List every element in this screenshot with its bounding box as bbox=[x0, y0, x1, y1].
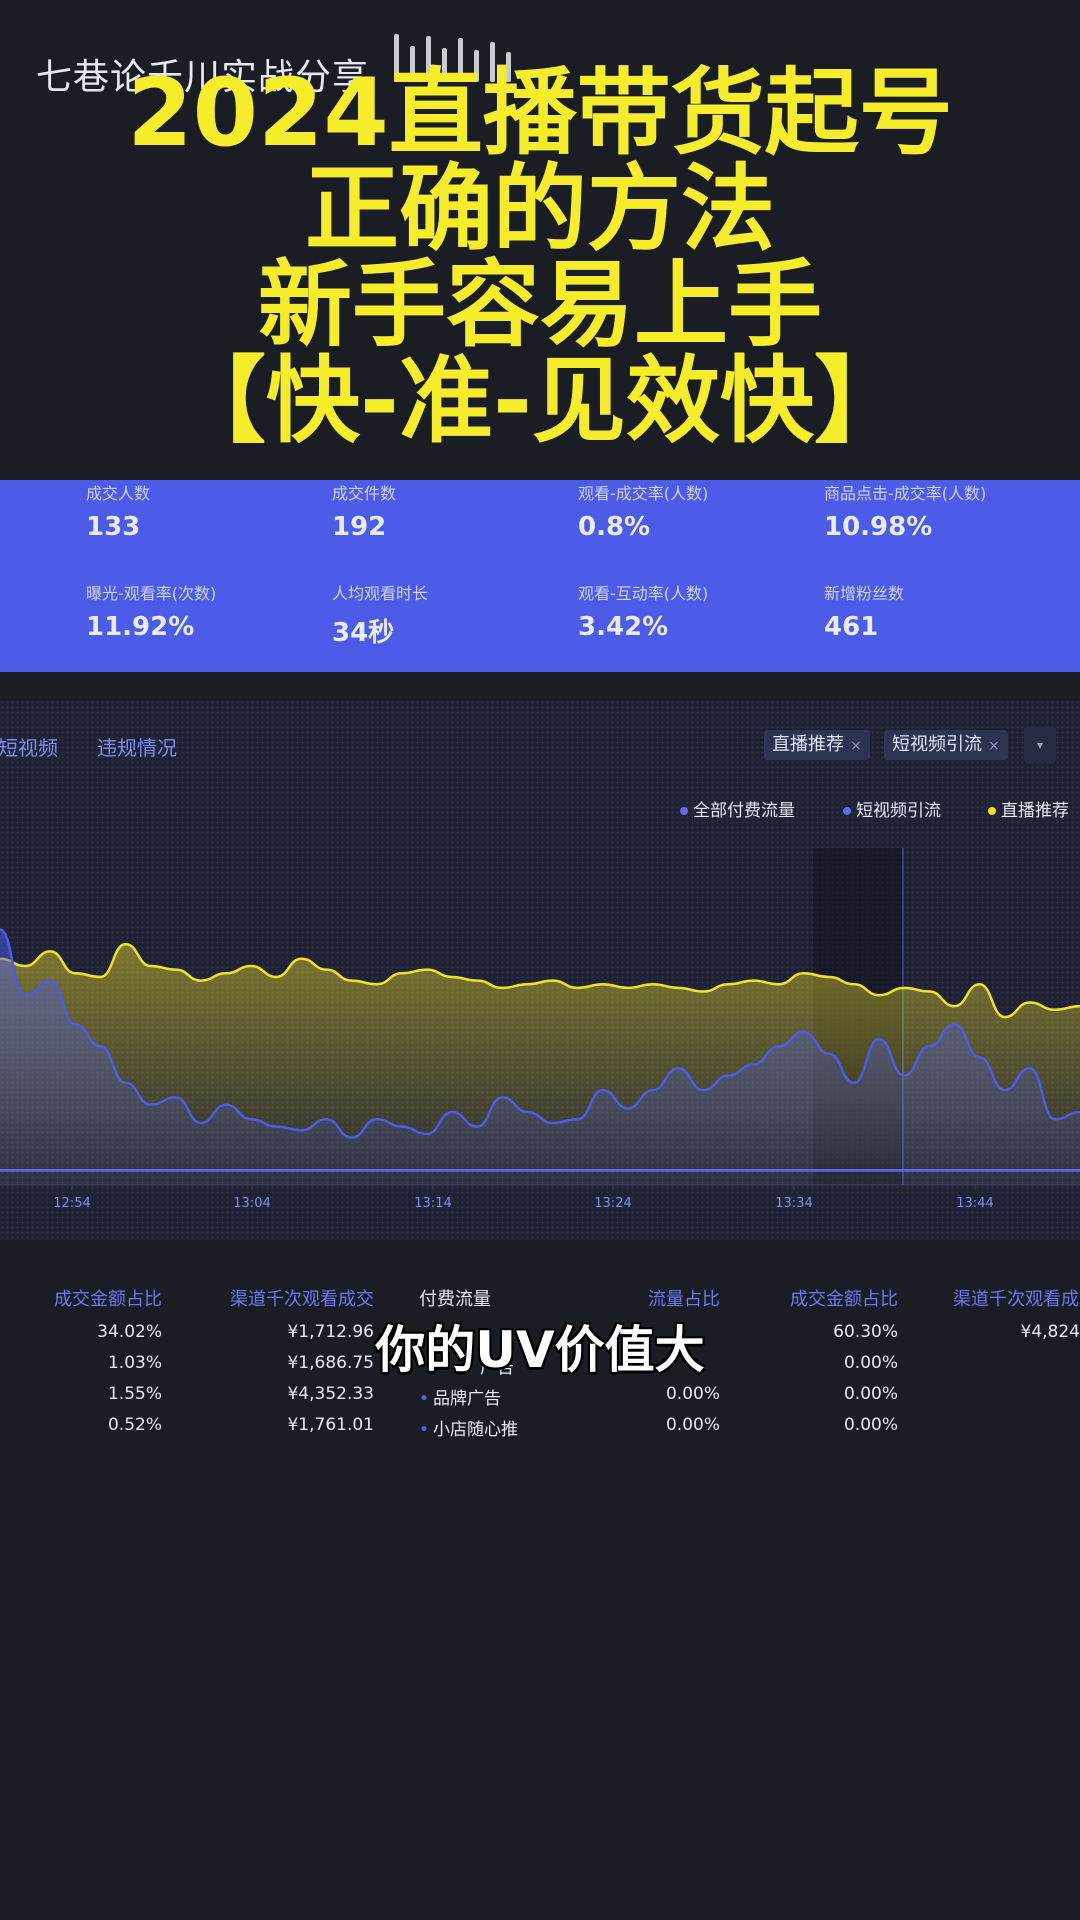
column-header: 流量占比 bbox=[648, 1289, 720, 1310]
stat-value: 192 bbox=[332, 512, 387, 542]
close-icon[interactable]: × bbox=[988, 738, 1000, 754]
stat-label: 人均观看时长 bbox=[332, 584, 429, 603]
column-header: 成交金额占比 bbox=[54, 1289, 162, 1310]
stat-card: 观看-互动率(人数) 3.42% bbox=[578, 580, 818, 642]
legend-label: 直播推荐 bbox=[1001, 801, 1069, 821]
tab-violations[interactable]: 违规情况 bbox=[97, 732, 177, 761]
tab-short-video[interactable]: 短视频 bbox=[0, 732, 58, 761]
stat-value: 11.92% bbox=[86, 612, 195, 642]
legend-dot bbox=[680, 807, 688, 815]
column-header: 渠道千次观看成交 bbox=[230, 1289, 374, 1310]
title-line: 【快-准-见效快】 bbox=[171, 347, 909, 456]
table-cell: 0.00% bbox=[843, 1415, 898, 1435]
x-tick-label: 13:14 bbox=[414, 1196, 451, 1211]
close-icon[interactable]: × bbox=[850, 738, 862, 754]
stat-label: 商品点击-成交率(人数) bbox=[824, 484, 987, 503]
table-cell: ¥1,761.01 bbox=[287, 1415, 374, 1435]
stat-value: 133 bbox=[86, 512, 141, 542]
bullet-icon: • bbox=[419, 1389, 430, 1409]
stat-card: 新增粉丝数 461 bbox=[824, 580, 1064, 642]
title-line: 正确的方法 bbox=[304, 155, 775, 264]
legend-item[interactable]: 短视频引流 bbox=[843, 796, 941, 821]
chip-label: 短视频引流 bbox=[892, 734, 982, 755]
table-cell: 0.00% bbox=[665, 1415, 720, 1435]
column-header: 渠道千次观看成 bbox=[953, 1289, 1079, 1310]
stat-card: 成交件数 192 bbox=[332, 480, 572, 542]
metrics-panel: 成交人数 133 成交件数 192 观看-成交率(人数) 0.8% 商品点击-成… bbox=[0, 480, 1080, 672]
legend-item[interactable]: 直播推荐 bbox=[988, 796, 1069, 821]
traffic-chart: 12:54 13:04 13:14 13:24 13:34 13:44 bbox=[0, 848, 1080, 1211]
x-tick-label: 13:24 bbox=[594, 1196, 631, 1211]
bullet-icon: • bbox=[419, 1420, 430, 1440]
row-name: 品牌广告 bbox=[433, 1389, 502, 1409]
table-row-label[interactable]: • 品牌广告 bbox=[419, 1384, 501, 1409]
legend-item[interactable]: 全部付费流量 bbox=[680, 796, 795, 821]
stat-value: 34秒 bbox=[332, 618, 395, 648]
legend-label: 短视频引流 bbox=[856, 801, 941, 821]
table-cell: 1.55% bbox=[107, 1384, 162, 1404]
chevron-down-icon[interactable]: ▾ bbox=[1024, 727, 1056, 763]
stat-card: 商品点击-成交率(人数) 10.98% bbox=[824, 480, 1064, 542]
column-header: 成交金额占比 bbox=[790, 1289, 898, 1310]
table-row-label[interactable]: • 小店随心推 bbox=[419, 1415, 518, 1440]
stat-label: 新增粉丝数 bbox=[824, 584, 905, 603]
table-cell: ¥4,352.33 bbox=[287, 1384, 374, 1404]
table-cell: 0.00% bbox=[665, 1384, 720, 1404]
column-header: 付费流量 bbox=[419, 1289, 491, 1310]
stat-value: 0.8% bbox=[578, 512, 651, 542]
stat-value: 3.42% bbox=[578, 612, 669, 642]
table-cell: 0.00% bbox=[843, 1384, 898, 1404]
x-tick-label: 12:54 bbox=[53, 1196, 90, 1211]
stat-label: 观看-成交率(人数) bbox=[578, 484, 709, 503]
x-tick-label: 13:44 bbox=[956, 1196, 993, 1211]
stat-card: 观看-成交率(人数) 0.8% bbox=[578, 480, 818, 542]
x-tick-label: 13:04 bbox=[233, 1196, 270, 1211]
traffic-chart-panel: 12:54 13:04 13:14 13:24 13:34 13:44 短视频 违规情况 … bbox=[0, 700, 1080, 1240]
stat-label: 成交件数 bbox=[332, 484, 397, 503]
stat-value: 461 bbox=[824, 612, 879, 642]
x-tick-label: 13:34 bbox=[775, 1196, 812, 1211]
legend-dot bbox=[843, 807, 851, 815]
video-title: 2024直播带货起号 正确的方法 新手容易上手 【快-准-见效快】 bbox=[0, 66, 1080, 450]
table-cell: 0.52% bbox=[107, 1415, 162, 1435]
title-line: 新手容易上手 bbox=[257, 251, 822, 360]
video-subtitle: 你的UV价值大 bbox=[375, 1321, 705, 1379]
stat-label: 曝光-观看率(次数) bbox=[86, 584, 217, 603]
filter-chip-short-video[interactable]: 短视频引流 × bbox=[884, 730, 1008, 760]
chip-label: 直播推荐 bbox=[772, 734, 844, 755]
row-name: 小店随心推 bbox=[433, 1420, 519, 1440]
title-line: 2024直播带货起号 bbox=[127, 59, 953, 168]
stat-card: 人均观看时长 34秒 bbox=[332, 580, 572, 649]
legend-dot bbox=[988, 807, 996, 815]
stat-label: 观看-互动率(人数) bbox=[578, 584, 709, 603]
stat-card: 曝光-观看率(次数) 11.92% bbox=[86, 580, 326, 642]
stat-value: 10.98% bbox=[824, 512, 933, 542]
filter-chip-live-recommend[interactable]: 直播推荐 × bbox=[764, 730, 870, 760]
stat-label: 成交人数 bbox=[86, 484, 151, 503]
stat-card: 成交人数 133 bbox=[86, 480, 326, 542]
legend-label: 全部付费流量 bbox=[693, 801, 795, 821]
